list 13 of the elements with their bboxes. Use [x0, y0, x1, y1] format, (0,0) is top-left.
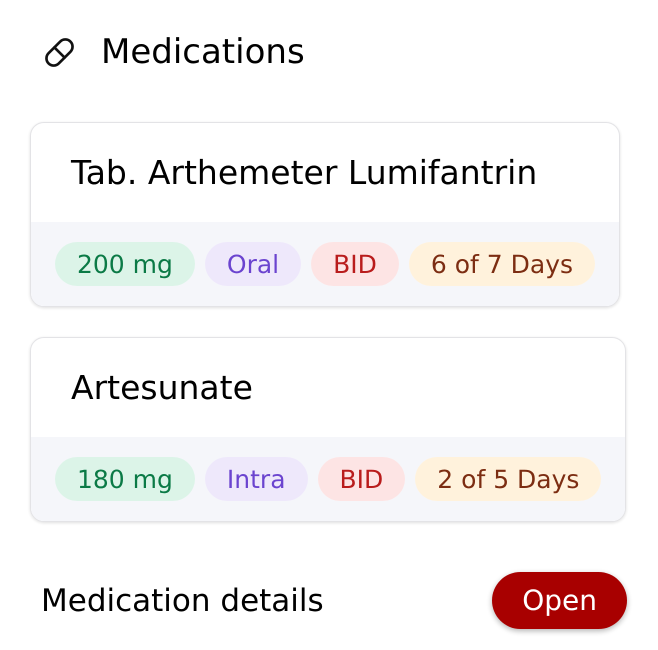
details-label: Medication details: [41, 582, 324, 620]
medication-name: Tab. Arthemeter Lumifantrin: [71, 152, 538, 192]
section-title: Medications: [101, 33, 305, 71]
duration-tag: 2 of 5 Days: [415, 457, 602, 501]
dose-tag: 200 mg: [55, 242, 195, 286]
route-tag: Oral: [204, 242, 302, 286]
frequency-tag: BID: [311, 242, 399, 286]
frequency-tag: BID: [318, 457, 406, 501]
duration-tag: 6 of 7 Days: [408, 242, 596, 286]
open-button[interactable]: Open: [492, 572, 627, 629]
dose-tag: 180 mg: [55, 457, 195, 501]
route-tag: Intra: [204, 457, 308, 501]
medication-name: Artesunate: [71, 368, 253, 408]
